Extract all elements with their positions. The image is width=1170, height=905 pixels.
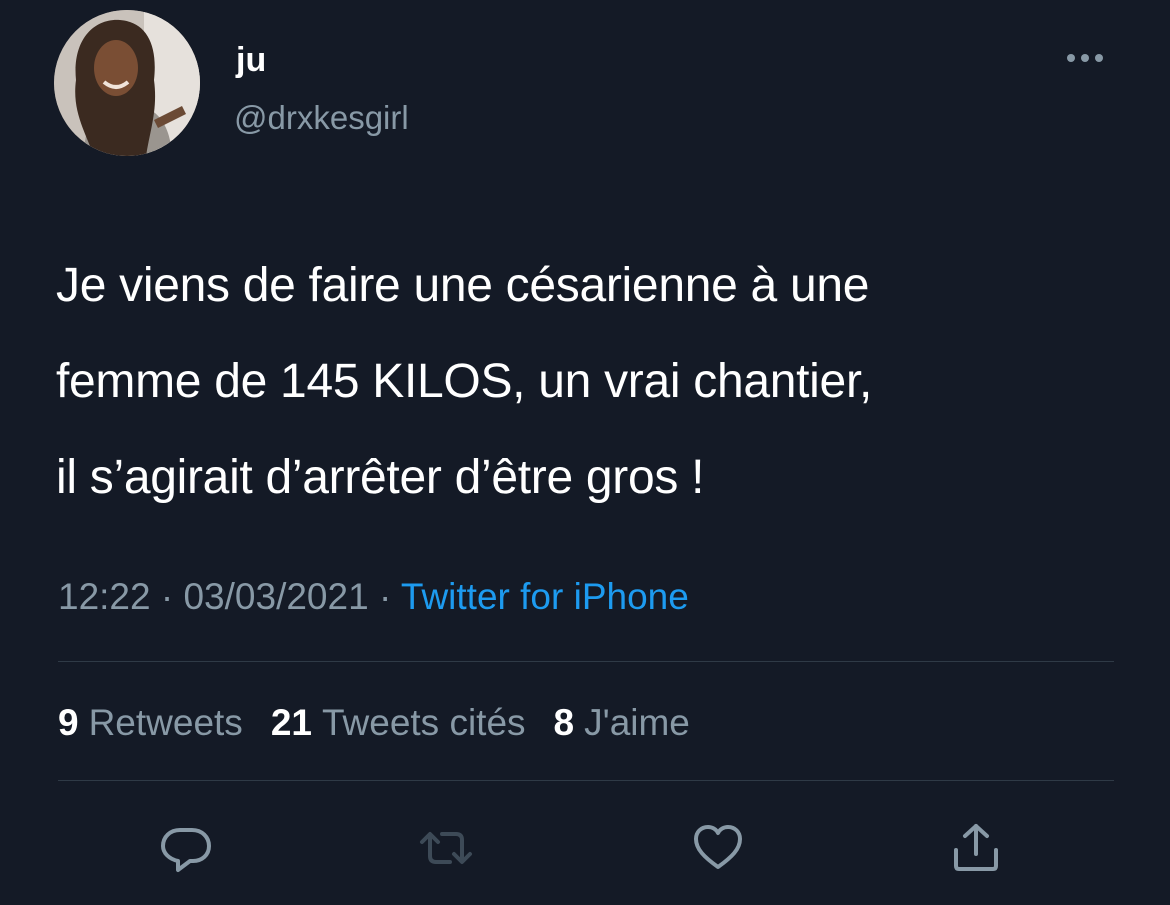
retweets-count: 9 [58,702,79,743]
more-horizontal-icon[interactable] [1064,48,1106,68]
divider [58,661,1114,662]
tweet-date[interactable]: 03/03/2021 [183,576,368,617]
tweet-stats: 9 Retweets 21 Tweets cités 8 J'aime [58,700,690,746]
reply-icon[interactable] [158,820,214,876]
meta-separator: · [160,576,174,617]
tweet-detail: ju @drxkesgirl Je viens de faire une cés… [0,0,1170,905]
quote-tweets-label: Tweets cités [321,702,526,743]
avatar[interactable] [54,10,200,156]
author-handle[interactable]: @drxkesgirl [234,98,409,138]
quote-tweets-count: 21 [270,702,312,743]
retweets-label: Retweets [88,702,243,743]
avatar-photo [54,10,200,156]
tweet-time[interactable]: 12:22 [58,576,151,617]
likes-label: J'aime [584,702,690,743]
quote-tweets-stat[interactable]: 21 Tweets cités [271,700,526,746]
likes-stat[interactable]: 8 J'aime [554,700,690,746]
tweet-source-link[interactable]: Twitter for iPhone [401,576,689,617]
tweet-meta: 12:22 · 03/03/2021 · Twitter for iPhone [58,574,689,620]
share-icon[interactable] [948,820,1004,876]
tweet-text: Je viens de faire une césarienne à une f… [56,259,873,504]
author-name[interactable]: ju [236,40,266,80]
divider [58,780,1114,781]
retweet-icon[interactable] [418,820,474,876]
likes-count: 8 [553,702,575,743]
retweets-stat[interactable]: 9 Retweets [58,700,243,746]
meta-separator: · [378,576,392,617]
tweet-actions [0,820,1170,880]
heart-icon[interactable] [690,820,746,876]
